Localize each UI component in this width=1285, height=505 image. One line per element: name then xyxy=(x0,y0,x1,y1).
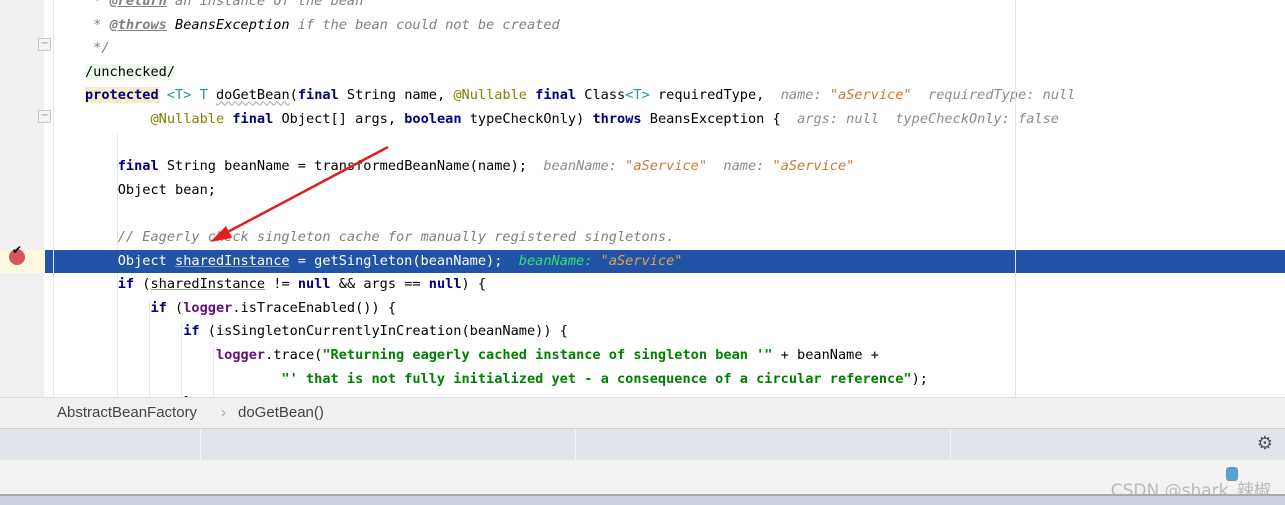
panel-divider xyxy=(950,429,951,461)
debug-panel-header: ⚙ xyxy=(0,428,1285,461)
breadcrumb-item-class[interactable]: AbstractBeanFactory xyxy=(57,404,197,421)
breadcrumb-separator: › xyxy=(221,404,226,421)
code-editor[interactable]: * @return an instance of the bean * @thr… xyxy=(0,0,1285,397)
status-area xyxy=(0,460,1285,494)
breadcrumb: AbstractBeanFactory › doGetBean() xyxy=(0,397,1285,429)
red-annotation-arrow xyxy=(210,145,389,242)
gear-icon[interactable]: ⚙ xyxy=(1257,433,1273,454)
breadcrumb-item-method[interactable]: doGetBean() xyxy=(238,404,324,421)
panel-divider xyxy=(575,429,576,461)
panel-divider xyxy=(200,429,201,461)
bottom-bar xyxy=(0,496,1285,505)
